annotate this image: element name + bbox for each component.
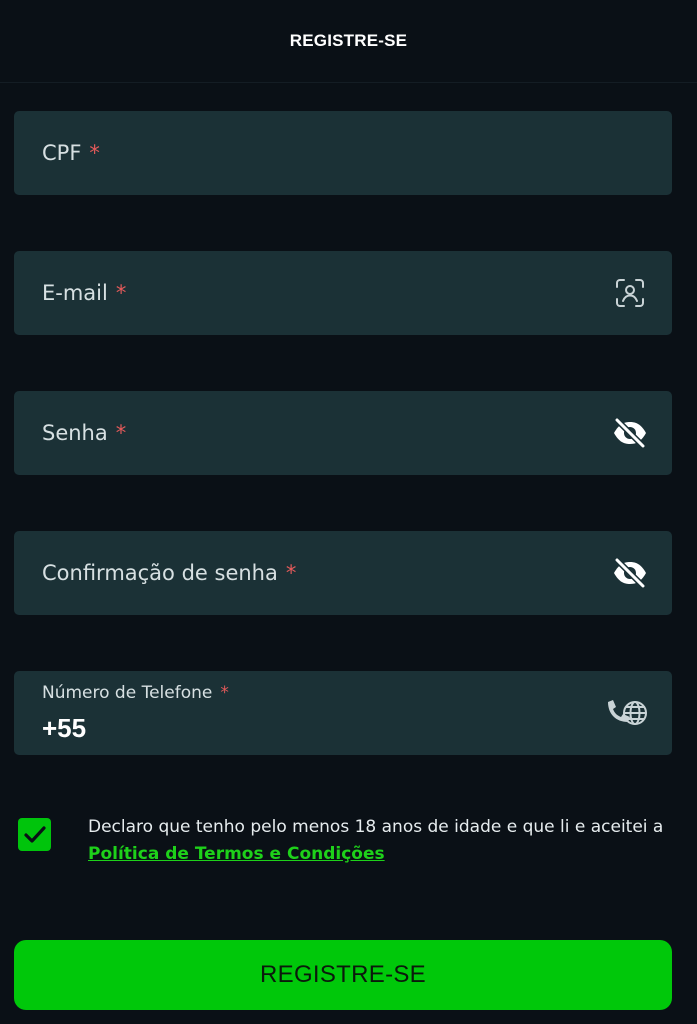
required-asterisk: * (89, 141, 100, 165)
phone-label: Número de Telefone * (42, 683, 229, 703)
terms-link[interactable]: Política de Termos e Condições (88, 844, 385, 864)
password-confirm-label: Confirmação de senha * (42, 561, 297, 585)
required-asterisk: * (220, 683, 229, 703)
phone-globe-icon[interactable] (604, 695, 648, 731)
cpf-field[interactable]: CPF * (14, 111, 672, 195)
password-field[interactable]: Senha * (14, 391, 672, 475)
register-button[interactable]: REGISTRE-SE (14, 940, 672, 1010)
user-scan-icon (612, 275, 648, 311)
email-field[interactable]: E-mail * (14, 251, 672, 335)
check-icon (23, 825, 46, 843)
password-confirm-field[interactable]: Confirmação de senha * (14, 531, 672, 615)
terms-checkbox[interactable] (18, 818, 51, 851)
eye-off-icon[interactable] (612, 555, 648, 591)
phone-field[interactable]: Número de Telefone * +55 (14, 671, 672, 755)
header-bar: REGISTRE-SE (0, 0, 697, 83)
terms-text: Declaro que tenho pelo menos 18 anos de … (88, 817, 664, 864)
eye-off-icon[interactable] (612, 415, 648, 451)
password-label: Senha * (42, 421, 127, 445)
required-asterisk: * (115, 281, 127, 305)
page-title: REGISTRE-SE (289, 31, 408, 50)
email-label: E-mail * (42, 281, 127, 305)
cpf-label: CPF * (42, 141, 100, 165)
phone-country-code[interactable]: +55 (42, 713, 86, 744)
required-asterisk: * (285, 561, 297, 585)
required-asterisk: * (115, 421, 127, 445)
